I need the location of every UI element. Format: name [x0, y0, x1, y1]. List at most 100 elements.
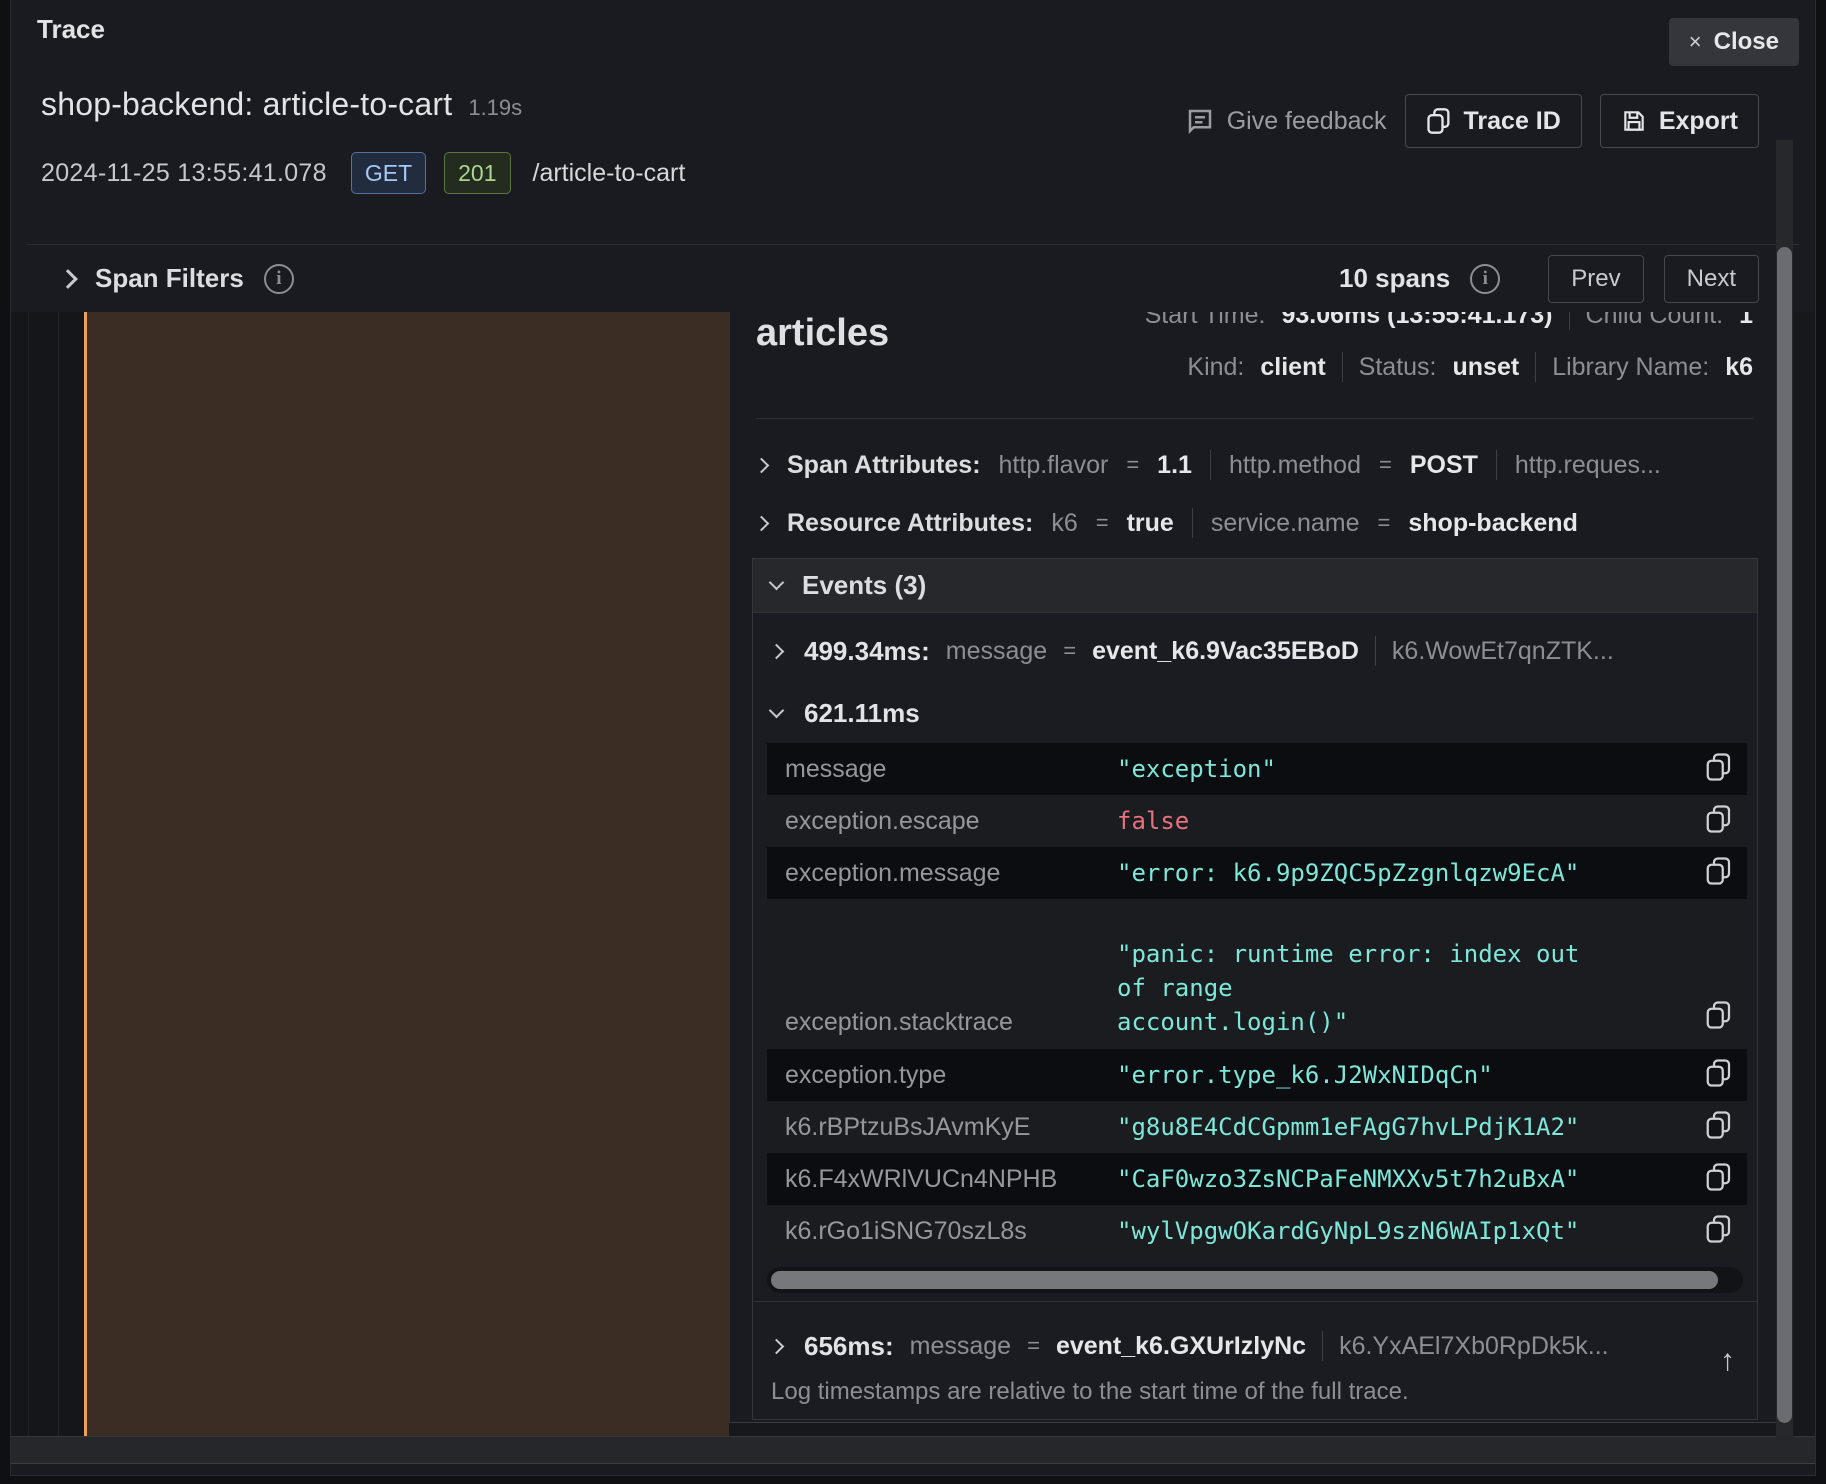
close-button[interactable]: × Close	[1669, 18, 1799, 66]
chevron-right-icon	[756, 515, 769, 531]
divider	[1192, 508, 1193, 538]
span-timeline[interactable]	[11, 312, 729, 1436]
attr-key: k6	[1051, 509, 1077, 538]
attr-value: 1.1	[1157, 451, 1192, 480]
close-icon: ×	[1689, 29, 1702, 55]
copy-button[interactable]	[1705, 1162, 1733, 1197]
page-title: Trace	[37, 14, 105, 45]
copy-button[interactable]	[1705, 856, 1733, 891]
row-key: exception.message	[767, 859, 1117, 888]
event-attributes-table: message "exception" exception.escape fal…	[767, 743, 1747, 1257]
trace-name-row: shop-backend: article-to-cart 1.19s	[41, 86, 522, 123]
equals-sign: =	[1126, 452, 1139, 478]
method-badge: GET	[351, 152, 426, 194]
row-key: exception.stacktrace	[767, 1008, 1117, 1039]
copy-button[interactable]	[1705, 1214, 1733, 1249]
export-label: Export	[1659, 107, 1738, 136]
kind-value: client	[1260, 353, 1325, 382]
table-row: k6.rGo1iSNG70szL8s "wylVpgwOKardGyNpL9sz…	[767, 1205, 1747, 1257]
span-nav: 10 spans i Prev Next	[1339, 255, 1815, 303]
next-span-button[interactable]: Next	[1664, 255, 1759, 303]
tree-guide-line	[58, 312, 59, 1436]
prev-span-button[interactable]: Prev	[1548, 255, 1643, 303]
scrollbar-thumb[interactable]	[771, 1271, 1718, 1289]
copy-button[interactable]	[1705, 1110, 1733, 1145]
row-value: "CaF0wzo3ZsNCPaFeNMXXv5t7h2uBxA"	[1117, 1162, 1597, 1196]
table-row: exception.message "error: k6.9p9ZQC5pZzg…	[767, 847, 1747, 899]
copy-button[interactable]	[1705, 804, 1733, 839]
resource-attributes-label: Resource Attributes:	[787, 509, 1033, 538]
event-extra-truncated: k6.YxAEl7Xb0RpDk5k...	[1339, 1332, 1609, 1361]
copy-button[interactable]	[1705, 1000, 1733, 1035]
divider	[753, 1301, 1757, 1302]
trace-viewer: Trace × Close shop-backend: article-to-c…	[0, 0, 1826, 1484]
vertical-scrollbar[interactable]	[1776, 140, 1793, 1437]
tree-guide-line	[28, 312, 29, 1436]
child-count-value: 1	[1739, 312, 1753, 332]
kind-label: Kind:	[1187, 353, 1244, 382]
event-row-3[interactable]: 656ms: message = event_k6.GXUrIzlyNc k6.…	[753, 1322, 1757, 1370]
event-message-value: event_k6.9Vac35EBoD	[1092, 637, 1359, 666]
attr-value: shop-backend	[1408, 509, 1577, 538]
equals-sign: =	[1063, 638, 1076, 664]
span-name: articles	[756, 312, 889, 355]
trace-name: shop-backend: article-to-cart	[41, 86, 452, 123]
attr-key: service.name	[1211, 509, 1360, 538]
span-filters-label: Span Filters	[95, 263, 244, 294]
divider	[1342, 352, 1343, 382]
row-key: exception.type	[767, 1061, 1117, 1090]
event-row-1[interactable]: 499.34ms: message = event_k6.9Vac35EBoD …	[753, 627, 1757, 675]
event-time: 621.11ms	[804, 698, 920, 729]
chevron-right-icon	[756, 457, 769, 473]
chevron-down-icon	[769, 575, 785, 591]
span-attributes-row[interactable]: Span Attributes: http.flavor = 1.1 http.…	[756, 450, 1763, 480]
attr-key-truncated: http.reques...	[1515, 451, 1661, 480]
row-value: "wylVpgwOKardGyNpL9szN6WAIp1xQt"	[1117, 1214, 1597, 1248]
trace-content: Start Time: 93.06ms (13:55:41.173) Child…	[11, 312, 1815, 1436]
trace-id-button[interactable]: Trace ID	[1405, 94, 1582, 148]
timeline-footer-strip	[11, 1436, 1815, 1464]
request-summary-row: 2024-11-25 13:55:41.078 GET 201 /article…	[41, 152, 685, 194]
give-feedback-button[interactable]: Give feedback	[1185, 106, 1387, 136]
chevron-right-icon	[58, 269, 78, 289]
row-value: "error.type_k6.J2WxNIDqCn"	[1117, 1058, 1597, 1092]
event-time: 499.34ms:	[804, 636, 930, 667]
table-row: exception.type "error.type_k6.J2WxNIDqCn…	[767, 1049, 1747, 1101]
row-key: message	[767, 755, 1117, 784]
attr-key: http.method	[1229, 451, 1361, 480]
scroll-to-top-icon[interactable]: ↑	[1720, 1344, 1735, 1378]
table-row: exception.escape false	[767, 795, 1747, 847]
row-value: "panic: runtime error: index out of rang…	[1117, 937, 1597, 1039]
resource-attributes-row[interactable]: Resource Attributes: k6 = true service.n…	[756, 508, 1763, 538]
equals-sign: =	[1027, 1333, 1040, 1359]
attr-value: true	[1127, 509, 1174, 538]
divider	[756, 418, 1753, 419]
trace-modal: Trace × Close shop-backend: article-to-c…	[10, 0, 1816, 1476]
row-key: k6.F4xWRlVUCn4NPHB	[767, 1165, 1117, 1194]
event-message-value: event_k6.GXUrIzlyNc	[1056, 1332, 1306, 1361]
divider	[1375, 636, 1376, 666]
event-row-2[interactable]: 621.11ms	[753, 689, 1757, 737]
horizontal-scrollbar[interactable]	[767, 1267, 1743, 1293]
row-value: false	[1117, 804, 1597, 838]
events-header[interactable]: Events (3)	[753, 559, 1757, 613]
equals-sign: =	[1096, 510, 1109, 536]
copy-button[interactable]	[1705, 1058, 1733, 1093]
copy-button[interactable]	[1705, 752, 1733, 787]
header-actions: Give feedback Trace ID Export	[1185, 94, 1759, 148]
row-key: k6.rGo1iSNG70szL8s	[767, 1217, 1117, 1246]
status-value: unset	[1453, 353, 1520, 382]
table-row: exception.stacktrace "panic: runtime err…	[767, 899, 1747, 1049]
event-extra-truncated: k6.WowEt7qnZTK...	[1392, 637, 1614, 666]
divider	[1569, 312, 1570, 330]
span-filters-toggle[interactable]: Span Filters i	[11, 263, 294, 294]
library-value: k6	[1725, 353, 1753, 382]
give-feedback-label: Give feedback	[1227, 107, 1387, 136]
copy-icon	[1426, 107, 1452, 135]
event-message-key: message	[946, 637, 1047, 666]
chevron-down-icon	[769, 702, 785, 718]
row-value: "g8u8E4CdCGpmm1eFAgG7hvLPdjK1A2"	[1117, 1110, 1597, 1144]
divider	[1496, 450, 1497, 480]
scrollbar-thumb[interactable]	[1777, 247, 1792, 1423]
export-button[interactable]: Export	[1600, 94, 1759, 148]
